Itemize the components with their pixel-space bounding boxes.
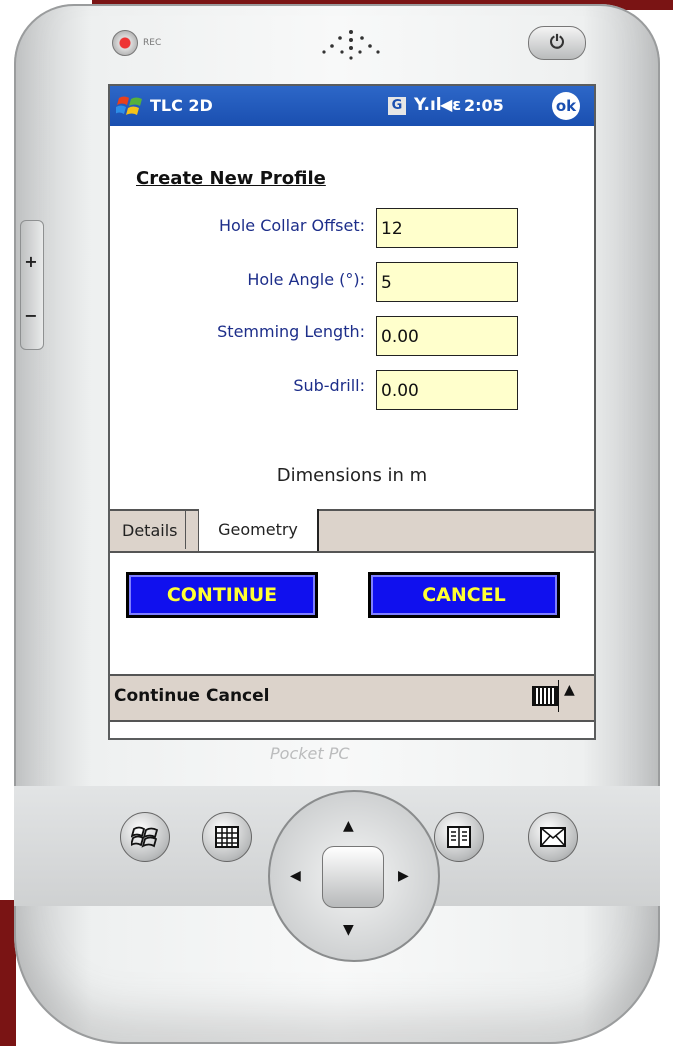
hole-angle-input[interactable]: 5 [376,262,518,302]
units-note: Dimensions in m [276,465,428,486]
device-screen: TLC 2D G Y.ıl ◀ε 2:05 ok Create New Prof… [108,84,596,740]
tab-details[interactable]: Details [114,511,187,549]
windows-logo-icon [129,826,159,848]
continue-button[interactable]: CONTINUE [126,572,318,618]
hole-collar-offset-label: Hole Collar Offset: [219,216,365,235]
windows-start-icon[interactable] [120,812,170,862]
stemming-length-input[interactable]: 0.00 [376,316,518,356]
brand-logo: Pocket PC [270,744,350,763]
calendar-grid-icon [215,826,239,848]
contacts-icon[interactable] [434,812,484,862]
dpad-left-icon[interactable]: ◀ [290,868,301,884]
envelope-icon [540,827,566,847]
dpad-right-icon[interactable]: ▶ [398,868,409,884]
volume-icon[interactable]: ◀ε [440,95,461,114]
tab-strip: Details Geometry [110,509,594,553]
ok-button[interactable]: ok [552,92,580,120]
menu-bar: Continue Cancel ▲ [110,674,594,722]
sub-drill-label: Sub-drill: [293,376,365,395]
menu-continue[interactable]: Continue [114,686,200,706]
dpad-center-button[interactable] [322,846,384,908]
contacts-card-icon [447,826,471,848]
clock[interactable]: 2:05 [464,96,504,115]
sip-arrow-icon[interactable]: ▲ [564,682,575,698]
page-heading: Create New Profile [136,168,326,189]
dpad-up-icon[interactable]: ▲ [343,818,354,834]
app-title: TLC 2D [150,96,213,115]
volume-up-label: + [24,252,38,271]
side-volume-rocker[interactable] [20,220,44,350]
record-label: REC [143,38,162,48]
stemming-length-label: Stemming Length: [217,322,365,341]
hole-collar-offset-input[interactable]: 12 [376,208,518,248]
tab-geometry[interactable]: Geometry [198,509,319,551]
calendar-icon[interactable] [202,812,252,862]
title-bar: TLC 2D G Y.ıl ◀ε 2:05 ok [110,86,594,126]
dpad-down-icon[interactable]: ▼ [343,922,354,938]
cancel-button[interactable]: CANCEL [368,572,560,618]
power-button[interactable]: ⏻ [528,26,586,60]
menu-cancel[interactable]: Cancel [206,686,269,706]
record-button[interactable] [112,30,138,56]
windows-flag-icon[interactable] [116,93,144,119]
sub-drill-input[interactable]: 0.00 [376,370,518,410]
volume-down-label: − [24,306,38,325]
network-type-badge[interactable]: G [388,97,406,115]
sip-divider [558,680,559,712]
messaging-icon[interactable] [528,812,578,862]
speaker-grille-icon [322,30,380,60]
signal-strength-icon[interactable]: Y.ıl [414,95,442,115]
hole-angle-label: Hole Angle (°): [247,270,365,289]
keyboard-icon[interactable] [532,686,558,706]
